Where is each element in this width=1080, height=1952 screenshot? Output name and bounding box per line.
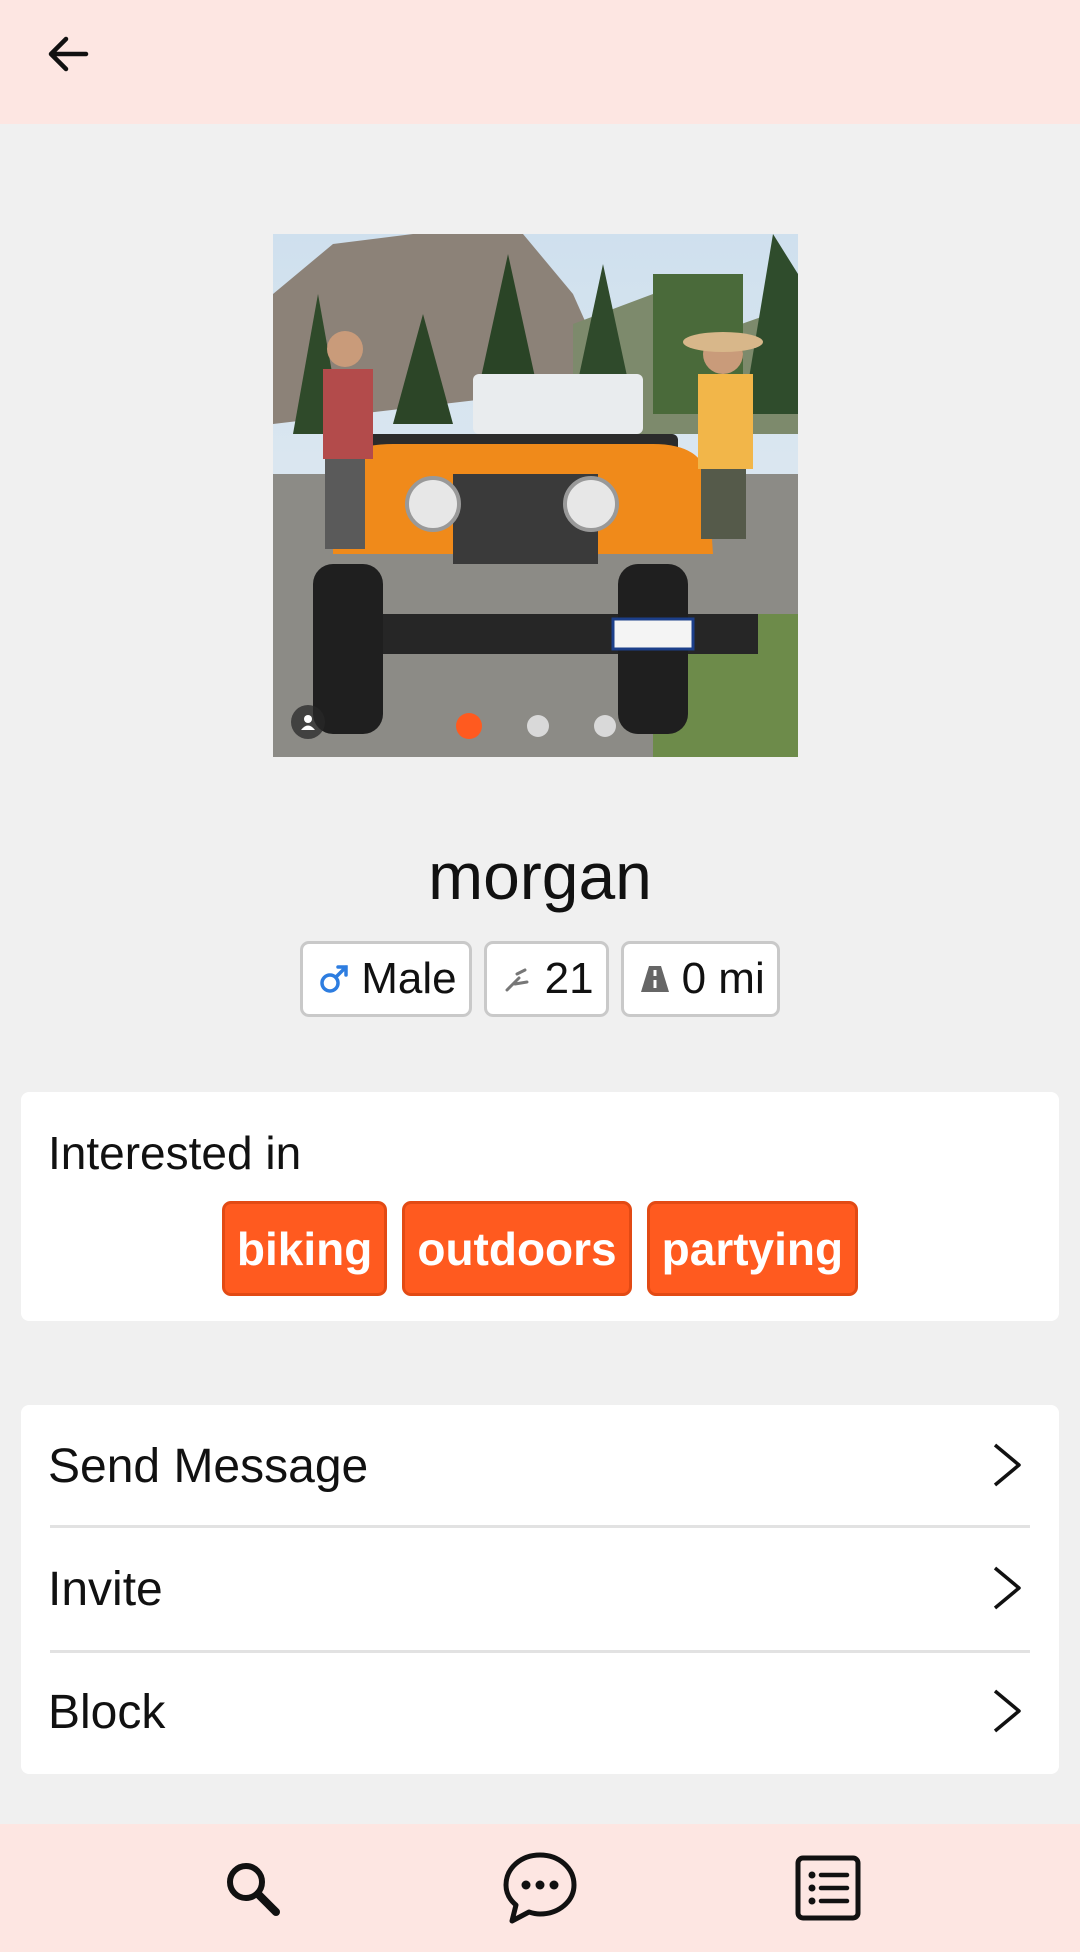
distance-value: 0 mi [681, 954, 765, 1003]
nav-list-button[interactable] [783, 1843, 873, 1933]
age-chip: 21 [483, 941, 609, 1017]
carousel-indicator [273, 713, 798, 739]
block-row[interactable]: Block [21, 1651, 1059, 1774]
profile-screen: morgan Male 21 0 mi Interested in biking… [0, 0, 1080, 1952]
profile-info-chips: Male 21 0 mi [0, 941, 1080, 1017]
profile-photo-carousel[interactable] [273, 234, 798, 757]
interest-tag: biking [221, 1201, 388, 1296]
chevron-right-icon [993, 1566, 1021, 1610]
interests-card: Interested in biking outdoors partying [21, 1092, 1059, 1321]
top-bar [0, 0, 1080, 124]
interest-tag: outdoors [402, 1201, 632, 1296]
arrow-left-icon [48, 36, 89, 72]
send-message-label: Send Message [48, 1440, 369, 1493]
carousel-dot[interactable] [526, 715, 549, 737]
male-icon [317, 962, 351, 996]
block-label: Block [48, 1686, 166, 1739]
interest-tags: biking outdoors partying [21, 1201, 1059, 1296]
bottom-navigation [0, 1824, 1080, 1952]
actions-list: Send Message Invite Block [21, 1405, 1059, 1774]
interest-tag: partying [646, 1201, 859, 1296]
invite-label: Invite [48, 1563, 163, 1616]
chat-bubble-icon [503, 1852, 577, 1924]
road-icon [638, 962, 672, 996]
search-icon [227, 1863, 280, 1916]
distance-chip: 0 mi [620, 941, 780, 1017]
invite-row[interactable]: Invite [21, 1528, 1059, 1651]
profile-name: morgan [428, 839, 652, 913]
chevron-right-icon [993, 1689, 1021, 1733]
list-icon [795, 1855, 861, 1921]
chevron-right-icon [993, 1443, 1021, 1487]
send-message-row[interactable]: Send Message [21, 1405, 1059, 1528]
back-button[interactable] [36, 22, 100, 86]
gender-value: Male [361, 954, 457, 1003]
carousel-dot[interactable] [455, 713, 482, 739]
carousel-dot[interactable] [593, 715, 616, 737]
nav-search-button[interactable] [207, 1843, 297, 1933]
age-icon [501, 962, 535, 996]
age-value: 21 [544, 954, 594, 1003]
profile-photo [273, 234, 798, 757]
interests-title: Interested in [48, 1127, 302, 1179]
nav-messages-button[interactable] [495, 1843, 585, 1933]
gender-chip: Male [300, 941, 472, 1017]
